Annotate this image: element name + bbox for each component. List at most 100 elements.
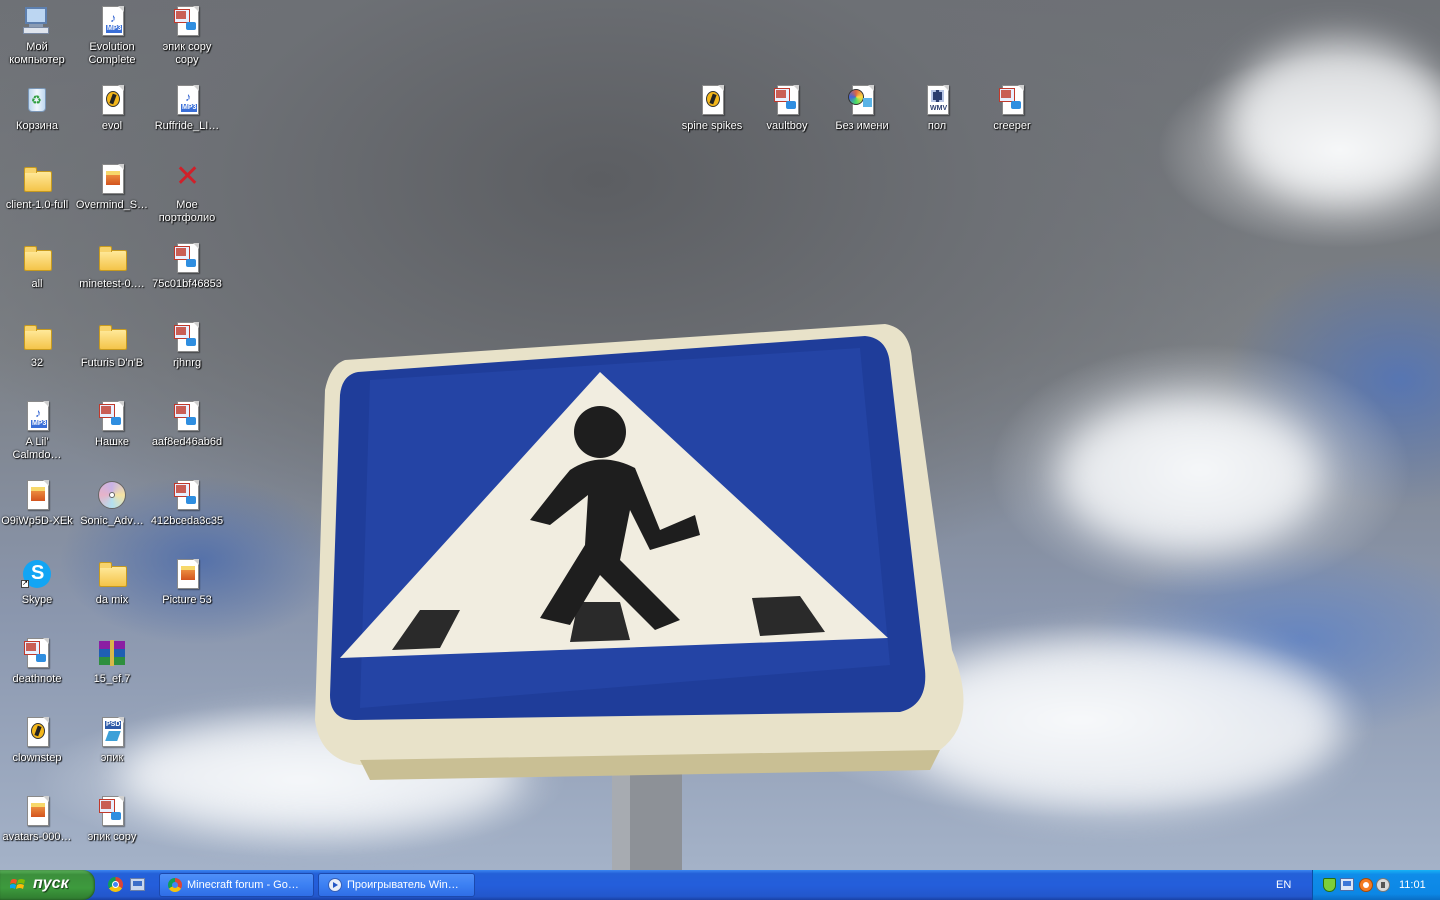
desktop-icon-label: Ruffride_LI… — [154, 120, 220, 132]
desktop-icon[interactable]: MP3 ♪ A Lil' Calmdo… — [0, 400, 74, 462]
desktop-icon[interactable]: client-1.0-full — [0, 163, 74, 212]
image-file-icon — [21, 479, 53, 511]
desktop-icon[interactable]: Без имени — [825, 84, 899, 133]
show-desktop-icon[interactable] — [130, 878, 145, 891]
network-icon[interactable] — [1340, 878, 1354, 891]
desktop-icon[interactable]: 15_ef.7 — [75, 637, 149, 686]
desktop-icon-label: Evolution Complete — [88, 41, 136, 66]
desktop-icon[interactable]: MP3 ♪ Evolution Complete — [75, 5, 149, 67]
picture-file-icon — [171, 5, 203, 37]
desktop-icon-label: minetest-0.… — [79, 278, 145, 290]
desktop-icon[interactable]: PSD эпик — [75, 716, 149, 765]
desktop-icon[interactable]: Futuris D'n'B — [75, 321, 149, 370]
task-label: Проигрыватель Win… — [347, 879, 459, 891]
desktop-icon-label: эпик copy copy — [162, 41, 212, 66]
folder-icon — [21, 163, 53, 195]
system-tray: 11:01 — [1312, 870, 1440, 900]
desktop-icon-label: da mix — [95, 594, 129, 606]
desktop-icon-label: эпик — [100, 752, 124, 764]
desktop-icon-label: avatars-000… — [2, 831, 72, 843]
desktop-icon[interactable]: WMV пол — [900, 84, 974, 133]
desktop-icon[interactable]: 32 — [0, 321, 74, 370]
psd-file-icon: PSD — [96, 716, 128, 748]
desktop-icon[interactable]: ✕ Мое портфолио — [150, 159, 224, 225]
shield-icon[interactable] — [1323, 878, 1336, 892]
folder-icon — [21, 321, 53, 353]
desktop-icon[interactable]: эпик copy — [75, 795, 149, 844]
desktop-icon[interactable]: spine spikes — [675, 84, 749, 133]
wmv-file-icon: WMV — [921, 84, 953, 116]
picture-file-icon — [771, 84, 803, 116]
desktop-icon-label: Picture 53 — [162, 594, 212, 606]
picture-file-icon — [21, 637, 53, 669]
desktop-icon-label: A Lil' Calmdo… — [12, 436, 62, 461]
picture-file-icon — [171, 321, 203, 353]
desktop-icon-label: Мой компьютер — [9, 41, 65, 66]
desktop-icon-label: 75c01bf46853 — [152, 278, 222, 290]
image-file-icon — [96, 163, 128, 195]
task-button-media-player[interactable]: Проигрыватель Win… — [318, 873, 475, 897]
media-player-icon — [328, 878, 342, 892]
disc-image-icon — [96, 479, 128, 511]
mp3-file-icon: MP3 ♪ — [21, 400, 53, 432]
desktop-icon[interactable]: Мой компьютер — [0, 5, 74, 67]
windows-logo-icon — [9, 877, 26, 893]
desktop-icon-label: пол — [927, 120, 947, 132]
clock[interactable]: 11:01 — [1399, 879, 1426, 891]
mp3-file-icon: MP3 ♪ — [171, 84, 203, 116]
desktop-icon[interactable]: O9iWp5D-XEk — [0, 479, 74, 528]
desktop-icon[interactable]: ♻ Корзина — [0, 84, 74, 133]
desktop-icon[interactable]: эпик copy copy — [150, 5, 224, 67]
desktop-icon[interactable]: Sonic_Adv… — [75, 479, 149, 528]
desktop-icon[interactable]: avatars-000… — [0, 795, 74, 844]
desktop-icon[interactable]: da mix — [75, 558, 149, 607]
folder-icon — [21, 242, 53, 274]
task-button-chrome[interactable]: Minecraft forum - Go… — [159, 873, 314, 897]
task-label: Minecraft forum - Go… — [187, 879, 299, 891]
desktop-icon[interactable]: clownstep — [0, 716, 74, 765]
folder-icon — [96, 321, 128, 353]
desktop-icon[interactable]: Overmind_S… — [75, 163, 149, 212]
desktop-icon[interactable]: Нашке — [75, 400, 149, 449]
desktop-icon[interactable]: MP3 ♪ Ruffride_LI… — [150, 84, 224, 133]
recycle-bin-icon: ♻ — [21, 84, 53, 116]
start-button[interactable]: пуск — [0, 870, 95, 900]
desktop-icon[interactable]: all — [0, 242, 74, 291]
chrome-icon[interactable] — [108, 877, 123, 892]
rar-archive-icon — [96, 637, 128, 669]
desktop-icon[interactable]: aaf8ed46ab6d — [150, 400, 224, 449]
picture-file-icon — [171, 242, 203, 274]
image-file-icon — [21, 795, 53, 827]
desktop-icon-label: creeper — [993, 120, 1031, 132]
mp3-file-icon: MP3 ♪ — [96, 5, 128, 37]
broken-shortcut-icon: ✕ — [175, 159, 201, 194]
desktop-icon-label: rjhnrg — [172, 357, 202, 369]
desktop-icon[interactable]: minetest-0.… — [75, 242, 149, 291]
desktop-icon[interactable]: rjhnrg — [150, 321, 224, 370]
language-indicator[interactable]: EN — [1276, 879, 1291, 891]
desktop-icon[interactable]: S ↗ Skype — [0, 558, 74, 607]
folder-icon — [96, 242, 128, 274]
desktop-icon[interactable]: vaultboy — [750, 84, 824, 133]
desktop-icon[interactable]: 412bceda3c35 — [150, 479, 224, 528]
picture-file-icon — [96, 795, 128, 827]
video-project-icon — [846, 84, 878, 116]
desktop-icon-label: Мое портфолио — [158, 199, 216, 224]
desktop-icon-label: client-1.0-full — [5, 199, 69, 211]
desktop-icon-label: Overmind_S… — [75, 199, 149, 211]
desktop-icon[interactable]: deathnote — [0, 637, 74, 686]
volume-icon[interactable] — [1376, 878, 1390, 892]
desktop-icon-label: spine spikes — [681, 120, 743, 132]
desktop-icon[interactable]: Picture 53 — [150, 558, 224, 607]
avast-icon[interactable] — [1359, 878, 1373, 892]
desktop-icon-label: evol — [101, 120, 123, 132]
picture-file-icon — [996, 84, 1028, 116]
desktop-icon-label: vaultboy — [766, 120, 808, 132]
desktop-icon-label: Нашке — [95, 436, 129, 448]
desktop-icon-label: clownstep — [12, 752, 62, 764]
desktop-icon[interactable]: evol — [75, 84, 149, 133]
desktop-icon-label: O9iWp5D-XEk — [1, 515, 73, 527]
image-file-icon — [171, 558, 203, 590]
desktop-icon[interactable]: 75c01bf46853 — [150, 242, 224, 291]
desktop-icon[interactable]: creeper — [975, 84, 1049, 133]
